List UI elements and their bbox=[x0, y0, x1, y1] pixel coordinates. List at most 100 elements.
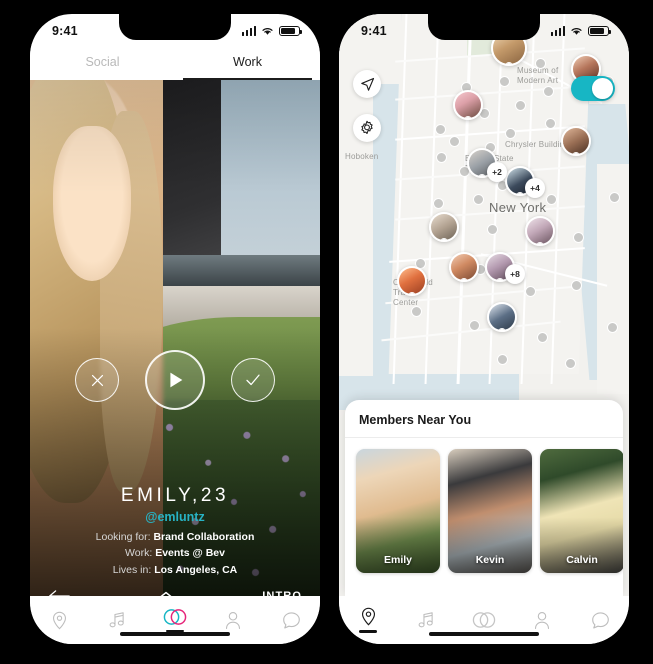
person-icon bbox=[225, 611, 241, 629]
right-home-indicator bbox=[429, 631, 539, 636]
tab-social[interactable]: Social bbox=[30, 44, 175, 80]
nav-active-indicator bbox=[359, 630, 377, 633]
members-sheet: Members Near You Emily Kevin Calvin bbox=[345, 400, 623, 596]
location-pin-icon bbox=[361, 607, 375, 626]
map-dot[interactable] bbox=[411, 306, 422, 317]
map-dot[interactable] bbox=[499, 76, 510, 87]
profile-row-looking-for: Looking for: Brand Collaboration bbox=[44, 529, 306, 545]
work-label: Work: bbox=[125, 547, 153, 560]
map-dot[interactable] bbox=[515, 100, 526, 111]
right-bottom-nav bbox=[339, 596, 629, 644]
map-avatar-pin[interactable] bbox=[453, 90, 483, 120]
map-dot[interactable] bbox=[546, 194, 557, 205]
profile-name: EMILY,23 bbox=[120, 485, 230, 507]
profile-row-work: Work: Events @ Bev bbox=[44, 545, 306, 561]
member-card[interactable]: Emily bbox=[356, 449, 440, 573]
cluster-badge[interactable]: +8 bbox=[505, 264, 525, 284]
member-name: Calvin bbox=[566, 554, 598, 566]
avatar-image bbox=[489, 304, 515, 330]
member-card[interactable]: Kevin bbox=[448, 449, 532, 573]
play-icon bbox=[170, 372, 183, 388]
map-dot[interactable] bbox=[537, 332, 548, 343]
nav-chat[interactable] bbox=[571, 596, 629, 644]
nav-music[interactable] bbox=[397, 596, 455, 644]
nav-circles[interactable] bbox=[455, 596, 513, 644]
navigate-icon bbox=[360, 77, 374, 91]
members-card-list[interactable]: Emily Kevin Calvin bbox=[345, 438, 623, 573]
person-icon bbox=[534, 611, 550, 629]
accept-button[interactable] bbox=[231, 358, 275, 402]
music-note-icon bbox=[418, 612, 433, 628]
nav-profile[interactable] bbox=[513, 596, 571, 644]
map-dot[interactable] bbox=[565, 358, 576, 369]
status-icons bbox=[241, 25, 303, 37]
map-dot[interactable] bbox=[487, 224, 498, 235]
nav-location[interactable] bbox=[30, 596, 88, 644]
map-dot[interactable] bbox=[543, 86, 554, 97]
nav-music[interactable] bbox=[88, 596, 146, 644]
map-dot[interactable] bbox=[573, 232, 584, 243]
map-avatar-pin[interactable] bbox=[429, 212, 459, 242]
left-phone-screen: Social Work EMILY,23 @emluntz Looking fo… bbox=[30, 14, 320, 644]
nav-profile[interactable] bbox=[204, 596, 262, 644]
map-dot[interactable] bbox=[607, 322, 618, 333]
chat-bubble-icon bbox=[591, 611, 609, 628]
avatar-image bbox=[431, 214, 457, 240]
play-button[interactable] bbox=[145, 350, 205, 410]
map-dot[interactable] bbox=[497, 354, 508, 365]
map-dot[interactable] bbox=[435, 124, 446, 135]
overlapping-circles-icon bbox=[163, 608, 187, 625]
gear-icon bbox=[361, 120, 373, 135]
signal-icon bbox=[241, 26, 256, 37]
tab-work-label: Work bbox=[233, 55, 262, 69]
navigate-button[interactable] bbox=[353, 70, 381, 98]
settings-button[interactable] bbox=[353, 114, 381, 142]
map-dot[interactable] bbox=[571, 280, 582, 291]
map-avatar-pin[interactable] bbox=[449, 252, 479, 282]
map-avatar-pin[interactable] bbox=[487, 302, 517, 332]
map-dot[interactable] bbox=[505, 128, 516, 139]
map-label-new-york: New York bbox=[489, 200, 547, 215]
profile-handle[interactable]: @emluntz bbox=[44, 510, 306, 524]
lives-in-label: Lives in: bbox=[112, 563, 152, 576]
left-bottom-nav bbox=[30, 596, 320, 644]
map-avatar-pin[interactable] bbox=[397, 266, 427, 296]
location-pin-icon bbox=[52, 611, 66, 629]
nav-circles[interactable] bbox=[146, 596, 204, 644]
member-name: Emily bbox=[383, 554, 412, 566]
map-dot[interactable] bbox=[545, 118, 556, 129]
map-dot[interactable] bbox=[535, 58, 546, 69]
nav-chat[interactable] bbox=[262, 596, 320, 644]
left-home-indicator bbox=[120, 631, 230, 636]
work-value: Events @ Bev bbox=[155, 547, 225, 560]
avatar-image bbox=[527, 218, 553, 244]
members-sheet-title: Members Near You bbox=[345, 400, 623, 438]
map-dot[interactable] bbox=[609, 192, 620, 203]
check-icon bbox=[246, 374, 260, 386]
member-card[interactable]: Calvin bbox=[540, 449, 623, 573]
screenshot-stage: Social Work EMILY,23 @emluntz Looking fo… bbox=[0, 0, 653, 664]
tab-social-label: Social bbox=[85, 55, 120, 69]
map-dot[interactable] bbox=[473, 194, 484, 205]
cluster-badge[interactable]: +2 bbox=[487, 162, 507, 182]
profile-row-lives-in: Lives in: Los Angeles, CA bbox=[44, 562, 306, 578]
nav-location[interactable] bbox=[339, 596, 397, 644]
right-notch bbox=[428, 14, 540, 40]
battery-icon bbox=[279, 25, 303, 37]
map-avatar-pin[interactable] bbox=[525, 216, 555, 246]
map-avatar-pin[interactable] bbox=[561, 126, 591, 156]
looking-for-value: Brand Collaboration bbox=[153, 531, 255, 544]
profile-info: EMILY,23 @emluntz Looking for: Brand Col… bbox=[30, 485, 320, 578]
map-dot[interactable] bbox=[525, 286, 536, 297]
avatar-image bbox=[455, 92, 481, 118]
visibility-toggle[interactable] bbox=[571, 76, 615, 101]
map-dot[interactable] bbox=[469, 320, 480, 331]
map-dot[interactable] bbox=[433, 198, 444, 209]
right-phone-screen: Hoboken New York Museum of Modern Art Ch… bbox=[339, 14, 629, 644]
tab-work[interactable]: Work bbox=[175, 44, 320, 80]
map-dot[interactable] bbox=[449, 136, 460, 147]
reject-button[interactable] bbox=[75, 358, 119, 402]
cluster-badge[interactable]: +4 bbox=[525, 178, 545, 198]
map-dot[interactable] bbox=[436, 152, 447, 163]
chat-bubble-icon bbox=[282, 611, 300, 628]
